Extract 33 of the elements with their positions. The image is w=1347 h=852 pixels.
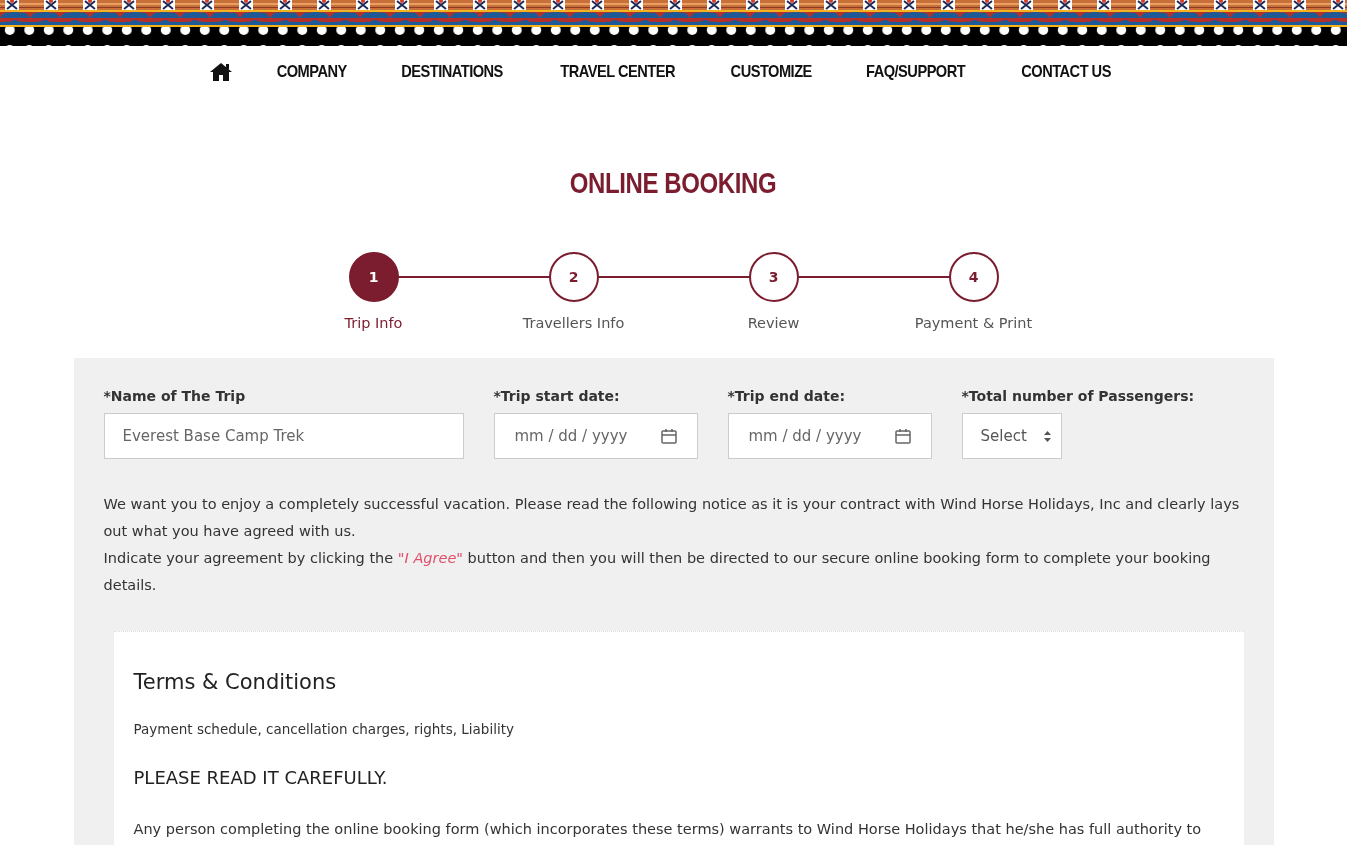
passengers-select[interactable]: Select <box>961 413 1062 459</box>
terms-subtitle: Payment schedule, cancellation charges, rights, Liability <box>133 720 515 739</box>
nav-link[interactable]: TRAVEL CENTER <box>560 62 675 82</box>
step-circle[interactable]: 2 <box>548 252 599 302</box>
nav-link[interactable]: COMPANY <box>276 62 347 82</box>
date-field[interactable]: mm / dd / yyyy <box>493 413 698 459</box>
step-label: Travellers Info <box>522 315 625 331</box>
step-label: Review <box>747 315 800 331</box>
nav-link[interactable]: FAQ/SUPPORT <box>866 62 966 82</box>
page-title: ONLINE BOOKING <box>570 166 777 200</box>
nav-link[interactable]: CONTACT US <box>1020 62 1111 82</box>
nav-link[interactable]: DESTINATIONS <box>400 62 503 82</box>
terms-title: Terms & Conditions <box>133 670 338 694</box>
terms-paragraph: Any person completing the online booking form (which incorporates these terms) warrants to Wind Horse Holidays that he/she has full authority to <box>133 820 1203 839</box>
step-circle[interactable]: 3 <box>748 252 799 302</box>
step-circle[interactable]: 4 <box>948 252 999 302</box>
terms-heading: PLEASE READ IT CAREFULLY. <box>133 767 389 788</box>
calendar-icon[interactable] <box>660 428 677 444</box>
date-field[interactable]: mm / dd / yyyy <box>727 413 932 459</box>
field-label: *Trip start date: <box>493 388 621 404</box>
step-label: Payment & Print <box>914 315 1033 331</box>
trip-name-field[interactable]: Everest Base Camp Trek <box>103 413 464 459</box>
field-label: *Name of The Trip <box>103 388 247 404</box>
notice-paragraph: Indicate your agreement by clicking the "I Agree" button and then you will then be directed to our secure online booking form to complete your booking details. <box>102 549 1212 595</box>
sort-caret-icon <box>1043 430 1051 442</box>
field-label: *Trip end date: <box>727 388 847 404</box>
home-icon[interactable] <box>209 62 234 82</box>
nav-link[interactable]: CUSTOMIZE <box>730 62 812 82</box>
calendar-icon[interactable] <box>894 428 911 444</box>
step-circle[interactable]: 1 <box>348 252 399 302</box>
step-label: Trip Info <box>344 315 403 331</box>
field-label: *Total number of Passengers: <box>961 388 1195 404</box>
notice-paragraph: We want you to enjoy a completely successful vacation. Please read the following notice as it is your contract with Wind Horse Holidays, Inc and clearly lays out what you have agreed with us. <box>102 495 1241 541</box>
